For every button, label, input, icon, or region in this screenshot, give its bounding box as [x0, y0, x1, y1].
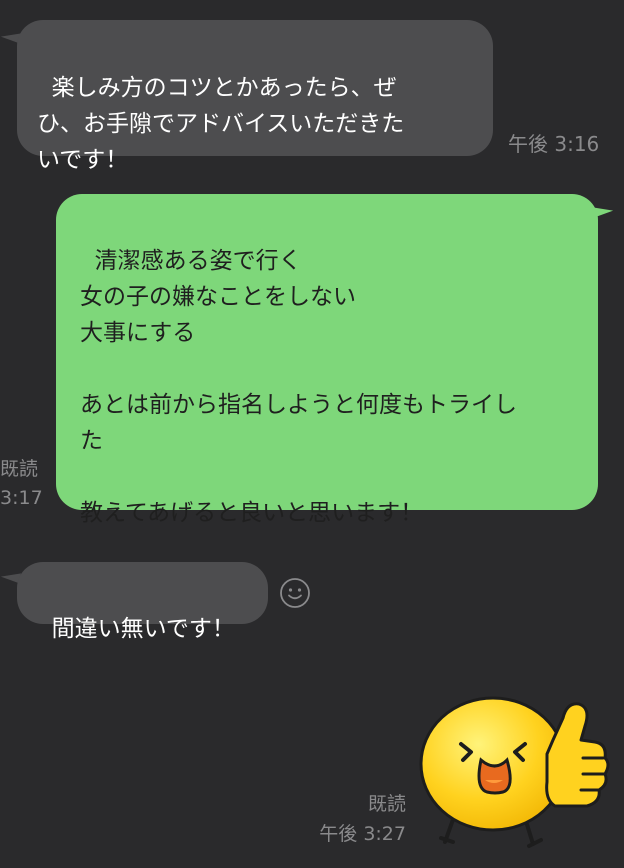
smiley-reaction-icon[interactable]	[279, 577, 311, 609]
message-timestamp: 午後 3:27	[319, 823, 406, 845]
read-receipt: 既読	[0, 458, 39, 480]
message-timestamp: 3:17	[0, 487, 43, 509]
message-timestamp: 午後 3:16	[508, 132, 600, 156]
message-text: 楽しみ方のコツとかあったら、ぜ ひ、お手隙でアドバイスいただきた いです！	[37, 75, 405, 173]
message-text: 間違い無いです！	[51, 616, 235, 642]
incoming-message-bubble[interactable]: 間違い無いです！	[17, 562, 268, 642]
incoming-message-bubble[interactable]: 楽しみ方のコツとかあったら、ぜ ひ、お手隙でアドバイスいただきた いです！	[17, 20, 493, 173]
message-text: 清潔感ある姿で行く 女の子の嫌なことをしない 大事にする あとは前から指名しよう…	[80, 248, 517, 526]
outgoing-bubble-tail	[592, 201, 614, 217]
thumbs-up-emoji-sticker[interactable]	[415, 682, 615, 852]
outgoing-message-bubble[interactable]: 清潔感ある姿で行く 女の子の嫌なことをしない 大事にする あとは前から指名しよう…	[56, 194, 598, 526]
read-receipt: 既読	[367, 793, 406, 815]
